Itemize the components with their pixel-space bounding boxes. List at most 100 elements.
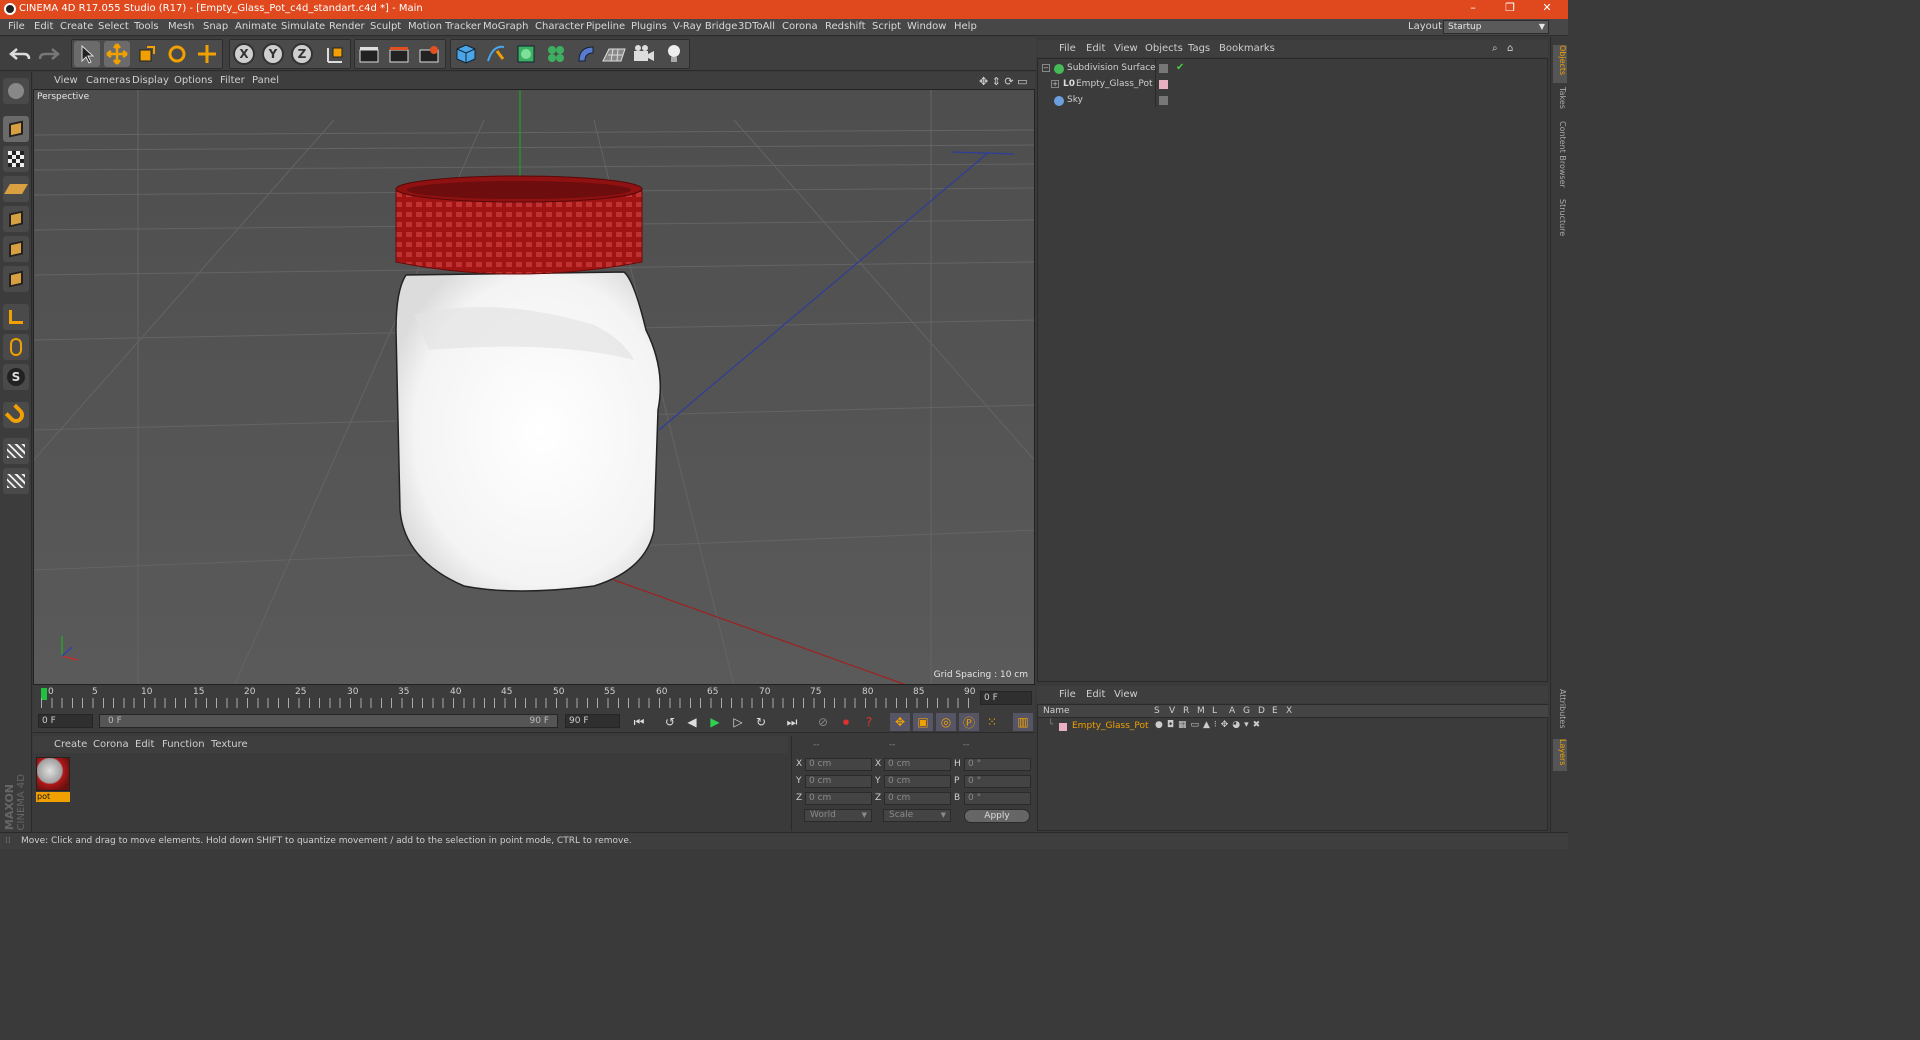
render-settings-button[interactable] xyxy=(416,41,442,67)
record-button[interactable]: ⏺ xyxy=(836,713,856,731)
menu-snap[interactable]: Snap xyxy=(203,21,228,32)
column-header-d[interactable]: D xyxy=(1258,706,1265,716)
snap-button[interactable] xyxy=(3,402,29,428)
menu-create[interactable]: Create xyxy=(60,21,93,32)
layout-dropdown[interactable]: Startup ▼ xyxy=(1443,20,1549,34)
menu-tools[interactable]: Tools xyxy=(134,21,159,32)
end-frame-field[interactable]: 90 F xyxy=(565,714,620,728)
layer-row[interactable]: └ Empty_Glass_Pot ●◘▦▭▲⁝✥◕▾✖ xyxy=(1038,719,1548,735)
viewport-navigation-icons[interactable]: ✥ ⇕ ⟳ ▭ xyxy=(979,75,1028,88)
scale-tool-button[interactable] xyxy=(134,41,160,67)
menu-file[interactable]: File xyxy=(8,21,25,32)
material-menu-create[interactable]: Create xyxy=(54,739,87,750)
go-to-end-button[interactable]: ⏭ xyxy=(782,713,802,731)
om-menu-tags[interactable]: Tags xyxy=(1188,43,1210,54)
x-axis-lock-button[interactable]: X xyxy=(233,43,255,65)
menu-pipeline[interactable]: Pipeline xyxy=(586,21,625,32)
menu-help[interactable]: Help xyxy=(954,21,977,32)
material-name[interactable]: pot xyxy=(36,792,70,802)
y-axis-lock-button[interactable]: Y xyxy=(262,43,284,65)
material-swatch[interactable] xyxy=(36,757,70,791)
menu-plugins[interactable]: Plugins xyxy=(631,21,667,32)
home-icon[interactable]: ⌂ xyxy=(1507,43,1513,54)
column-header-x[interactable]: X xyxy=(1286,706,1292,716)
menu-mesh[interactable]: Mesh xyxy=(168,21,194,32)
column-header-s[interactable]: S xyxy=(1154,706,1160,716)
menu-sculpt[interactable]: Sculpt xyxy=(370,21,401,32)
model-mode-button[interactable] xyxy=(3,116,29,142)
solo-button[interactable]: S xyxy=(3,364,29,390)
column-header-name[interactable]: Name xyxy=(1043,706,1070,716)
lm-menu-file[interactable]: File xyxy=(1059,689,1076,700)
perspective-viewport[interactable]: Perspective Grid Spacing : 10 cm xyxy=(33,89,1035,685)
pos-y-field[interactable]: 0 cm xyxy=(805,775,872,788)
layer-flags-icons[interactable]: ●◘▦▭▲⁝✥◕▾✖ xyxy=(1155,720,1264,730)
floor-button[interactable] xyxy=(601,41,627,67)
material-menu-texture[interactable]: Texture xyxy=(211,739,248,750)
render-picture-viewer-button[interactable] xyxy=(386,41,412,67)
lm-menu-view[interactable]: View xyxy=(1114,689,1138,700)
menu-simulate[interactable]: Simulate xyxy=(281,21,325,32)
key-scale-button[interactable]: ▣ xyxy=(913,713,933,731)
menu-motion-tracker[interactable]: Motion Tracker xyxy=(408,21,481,32)
polygons-mode-button[interactable] xyxy=(3,266,29,292)
light-button[interactable] xyxy=(661,41,687,67)
workplane-mode-button[interactable] xyxy=(3,176,29,202)
z-axis-lock-button[interactable]: Z xyxy=(291,43,313,65)
viewport-menu-display[interactable]: Display xyxy=(132,75,169,86)
menu-edit[interactable]: Edit xyxy=(34,21,53,32)
viewport-menu-panel[interactable]: Panel xyxy=(252,75,279,86)
edges-mode-button[interactable] xyxy=(3,236,29,262)
viewport-menu-options[interactable]: Options xyxy=(174,75,213,86)
rot-p-field[interactable]: 0 ° xyxy=(964,775,1031,788)
minimize-button[interactable]: – xyxy=(1463,1,1483,17)
pos-z-field[interactable]: 0 cm xyxy=(805,792,872,805)
material-menu-edit[interactable]: Edit xyxy=(135,739,154,750)
play-button[interactable]: ▶ xyxy=(705,713,725,731)
material-menu-function[interactable]: Function xyxy=(162,739,205,750)
menu-vray-bridge[interactable]: V-Ray Bridge xyxy=(673,21,737,32)
move-tool-button[interactable] xyxy=(104,41,130,67)
size-x-field[interactable]: 0 cm xyxy=(884,758,951,771)
viewport-menu-cameras[interactable]: Cameras xyxy=(86,75,130,86)
rot-h-field[interactable]: 0 ° xyxy=(964,758,1031,771)
viewport-menu-filter[interactable]: Filter xyxy=(220,75,245,86)
menu-select[interactable]: Select xyxy=(98,21,129,32)
workplane-lock-button[interactable] xyxy=(3,438,29,464)
next-frame-button[interactable]: ▷ xyxy=(728,713,748,731)
texture-mode-button[interactable] xyxy=(3,146,29,172)
undo-button[interactable] xyxy=(7,41,33,67)
column-header-g[interactable]: G xyxy=(1243,706,1250,716)
go-to-start-button[interactable]: ⏮ xyxy=(629,713,649,731)
object-row-empty-glass-pot[interactable]: + L0 Empty_Glass_Pot xyxy=(1038,77,1548,93)
search-icon[interactable]: ⌕ xyxy=(1492,43,1498,54)
key-rotate-button[interactable]: ◎ xyxy=(936,713,956,731)
tab-layers[interactable]: Layers xyxy=(1553,739,1567,771)
key-points-button[interactable]: ⁙ xyxy=(982,713,1002,731)
menu-window[interactable]: Window xyxy=(907,21,946,32)
previous-key-button[interactable]: ↺ xyxy=(660,713,680,731)
tweak-mode-button[interactable] xyxy=(3,334,29,360)
points-mode-button[interactable] xyxy=(3,206,29,232)
size-mode-dropdown[interactable]: Scale ▼ xyxy=(883,809,951,822)
next-key-button[interactable]: ↻ xyxy=(751,713,771,731)
workplane-rotate-button[interactable] xyxy=(3,468,29,494)
menu-3dtoall[interactable]: 3DToAll xyxy=(738,21,775,32)
tab-objects[interactable]: Objects xyxy=(1553,45,1567,83)
tab-content-browser[interactable]: Content Browser xyxy=(1553,121,1567,191)
om-menu-file[interactable]: File xyxy=(1059,43,1076,54)
cube-object-button[interactable] xyxy=(453,41,479,67)
timeline-ruler[interactable]: 0 5 10 15 20 25 30 35 40 45 50 55 60 65 … xyxy=(33,686,1035,711)
key-param-button[interactable]: Ⓟ xyxy=(959,713,979,731)
rotate-tool-button[interactable] xyxy=(164,41,190,67)
make-editable-button[interactable] xyxy=(3,78,29,104)
start-frame-field[interactable]: 0 F xyxy=(38,714,93,728)
deformer-button[interactable] xyxy=(573,41,599,67)
axis-mode-button[interactable] xyxy=(3,304,29,330)
tab-takes[interactable]: Takes xyxy=(1553,87,1567,115)
column-header-l[interactable]: L xyxy=(1212,706,1217,716)
tab-attributes[interactable]: Attributes xyxy=(1553,689,1567,733)
select-tool-button[interactable] xyxy=(74,41,100,67)
column-header-e[interactable]: E xyxy=(1272,706,1278,716)
expand-toggle-icon[interactable]: + xyxy=(1051,80,1059,88)
